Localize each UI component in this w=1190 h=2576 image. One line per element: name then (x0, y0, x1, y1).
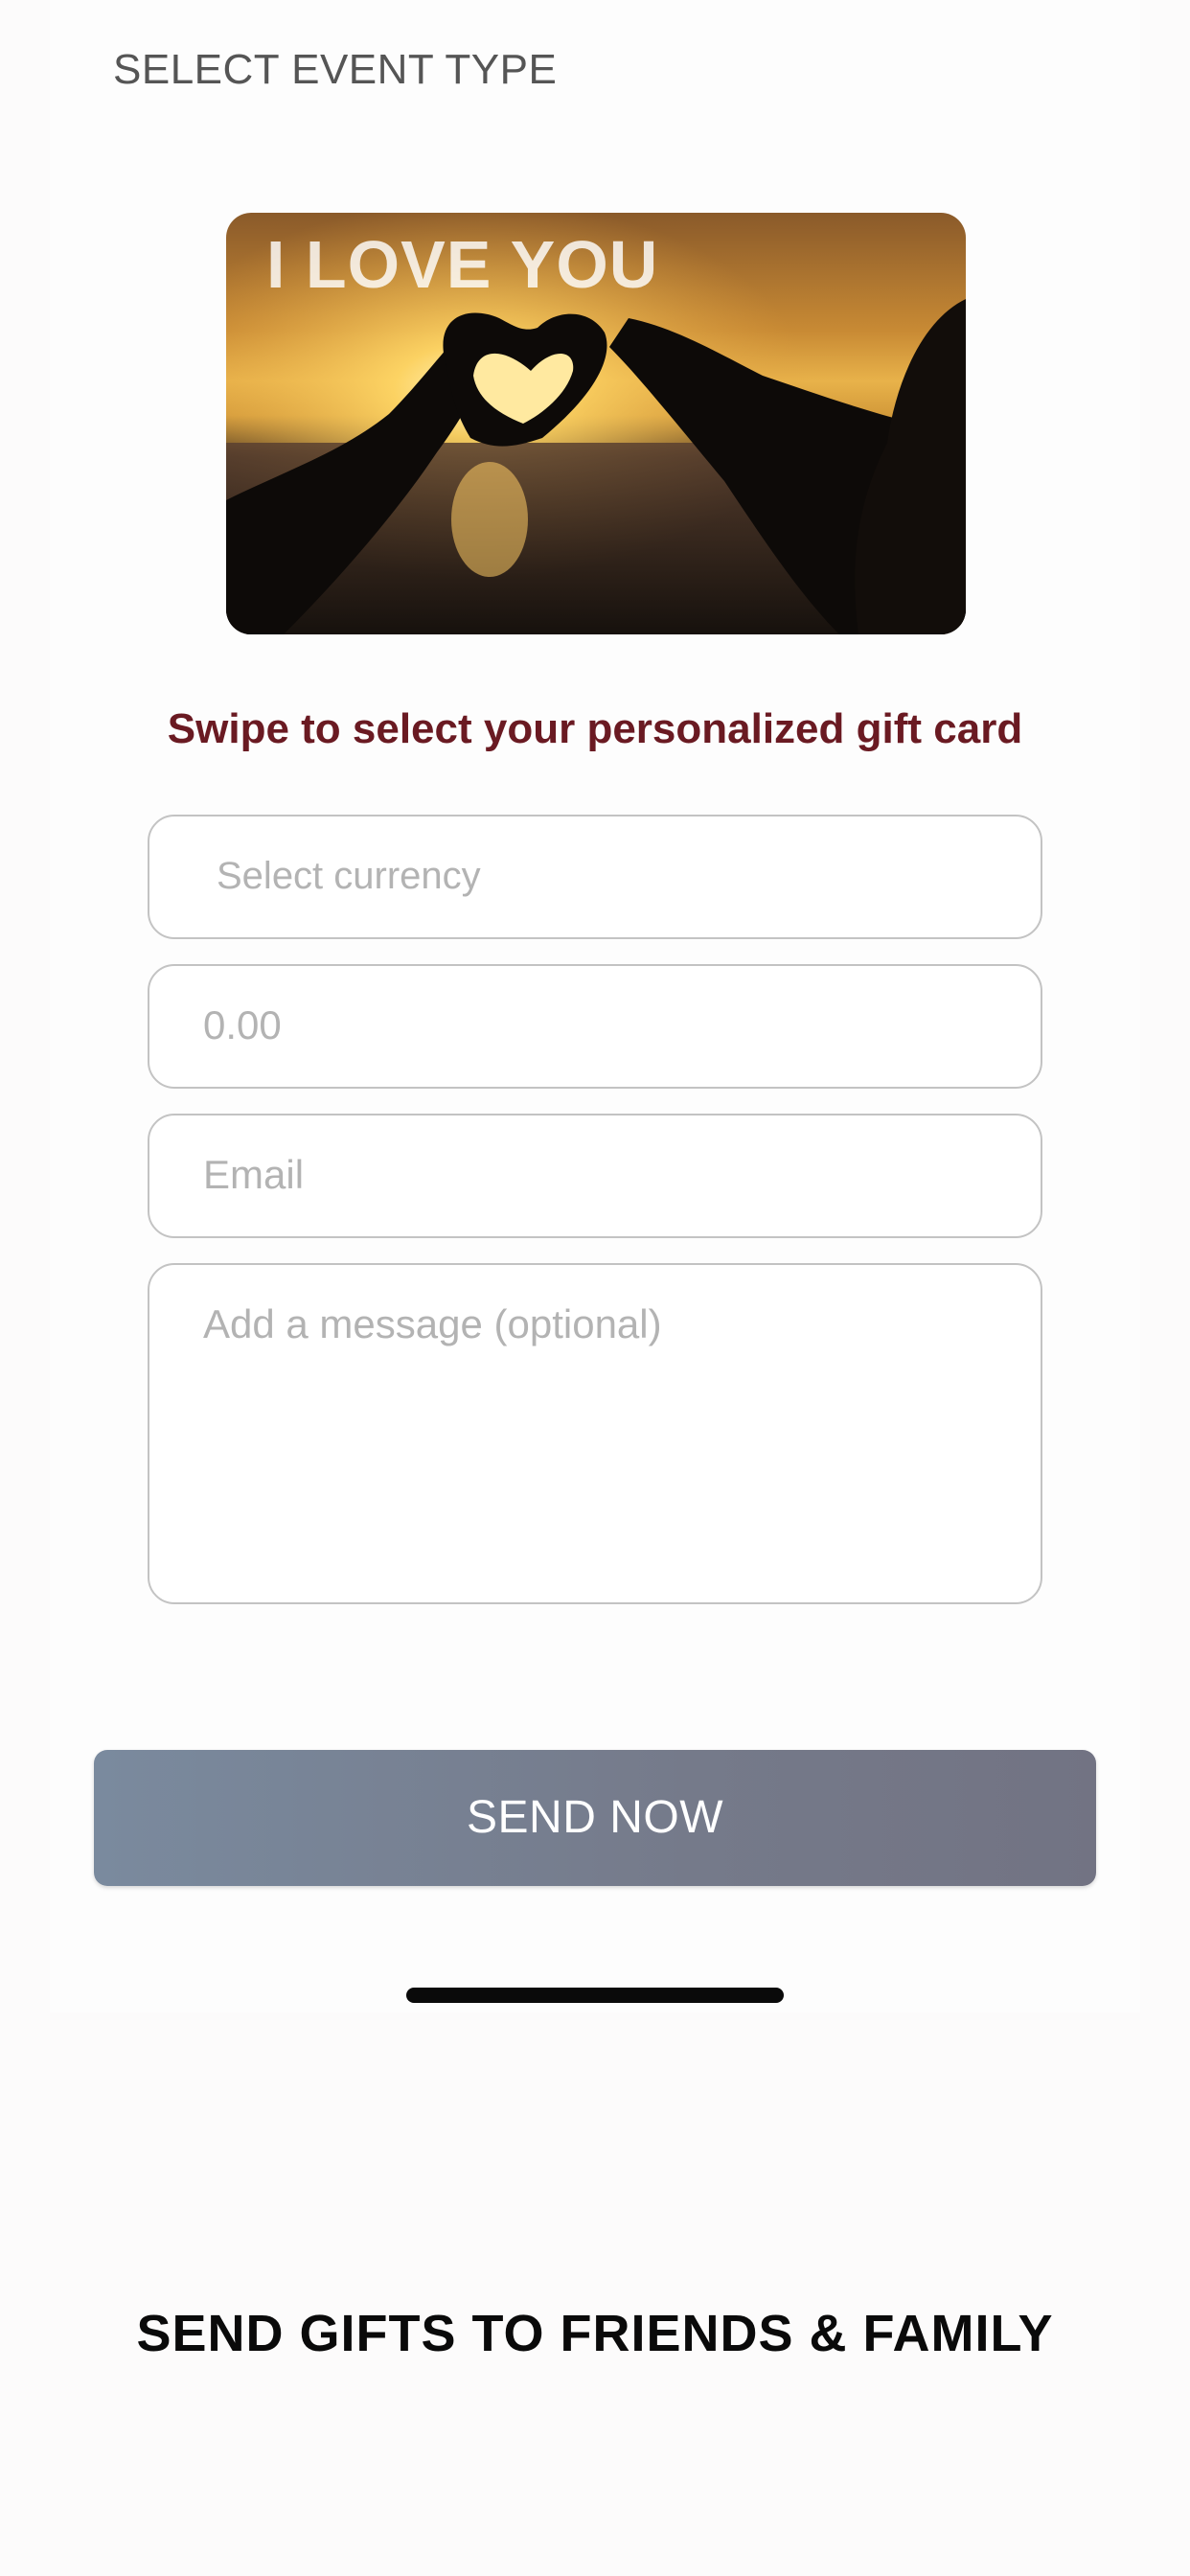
footer-title: SEND GIFTS TO FRIENDS & FAMILY (136, 2305, 1054, 2362)
gift-card-screen: SELECT EVENT TYPE I LOVE YOU Swipe to se… (0, 0, 1190, 2576)
home-indicator[interactable] (406, 1988, 784, 2003)
send-now-button[interactable]: SEND NOW (94, 1750, 1096, 1886)
amount-placeholder: 0.00 (203, 1002, 282, 1047)
currency-select[interactable]: Select currency (148, 815, 1042, 939)
message-placeholder: Add a message (optional) (203, 1301, 662, 1346)
gift-card-carousel[interactable]: I LOVE YOU (226, 213, 966, 634)
email-input[interactable]: Email (148, 1114, 1042, 1238)
currency-placeholder: Select currency (217, 855, 481, 897)
gift-card-caption: I LOVE YOU (266, 227, 659, 302)
email-placeholder: Email (203, 1152, 305, 1197)
swipe-hint-text: Swipe to select your personalized gift c… (167, 705, 1023, 752)
message-textarea[interactable]: Add a message (optional) (148, 1263, 1042, 1604)
select-event-type-button[interactable]: SELECT EVENT TYPE (113, 46, 557, 94)
amount-input[interactable]: 0.00 (148, 964, 1042, 1089)
